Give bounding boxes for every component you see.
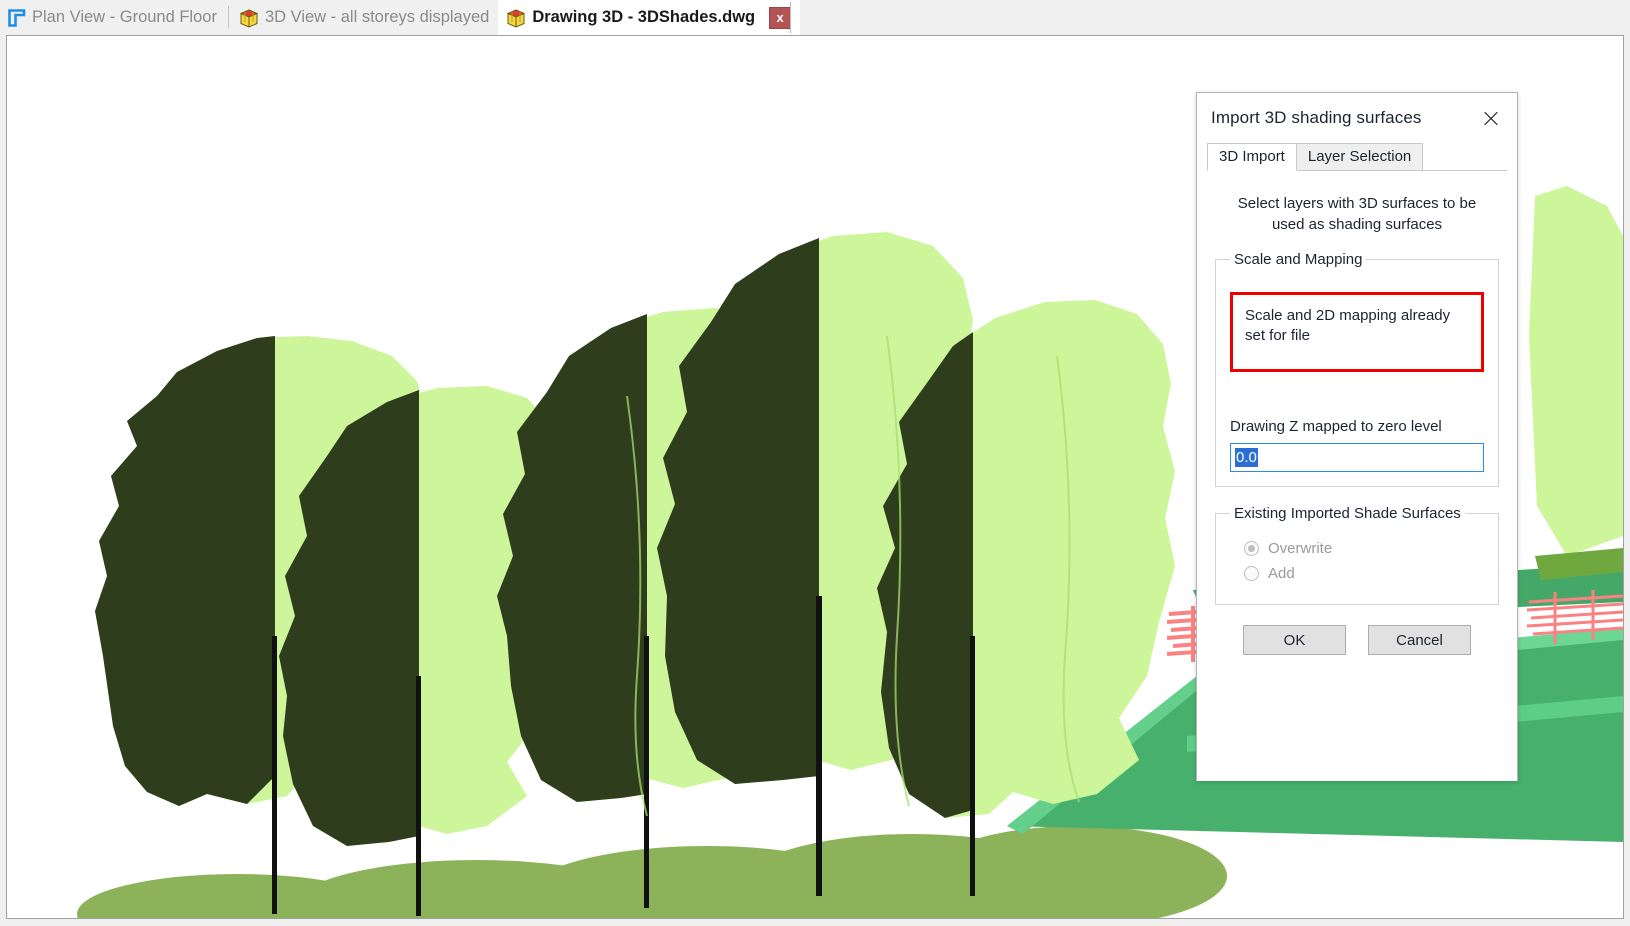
tab-separator xyxy=(227,6,229,28)
dialog-title-bar: Import 3D shading surfaces xyxy=(1197,93,1517,143)
drawing-z-label: Drawing Z mapped to zero level xyxy=(1230,418,1442,435)
tab-plan-view-ground-floor[interactable]: Plan View - Ground Floor xyxy=(0,0,226,35)
cancel-button[interactable]: Cancel xyxy=(1368,625,1471,655)
window-bottom-edge xyxy=(0,919,1630,926)
close-x-glyph xyxy=(1484,111,1498,125)
cube-icon xyxy=(505,7,527,29)
tab-3d-view-all-storeys[interactable]: 3D View - all storeys displayed xyxy=(230,0,499,35)
dialog-title: Import 3D shading surfaces xyxy=(1211,108,1422,127)
tab-drawing-3d-3dshades-dwg[interactable]: Drawing 3D - 3DShades.dwg x xyxy=(498,0,801,35)
cube-icon xyxy=(238,7,260,29)
tree-shadows xyxy=(77,826,1227,918)
tab-3d-import[interactable]: 3D Import xyxy=(1207,143,1297,171)
radio-add-label: Add xyxy=(1268,565,1295,582)
radio-overwrite-indicator[interactable] xyxy=(1244,541,1259,556)
drawing-z-input[interactable] xyxy=(1230,443,1484,472)
scale-mapping-notice: Scale and 2D mapping already set for fil… xyxy=(1230,292,1484,372)
drawing-z-input-wrap: 0.0 xyxy=(1230,443,1484,472)
tab-strip-filler xyxy=(800,0,1630,35)
existing-shade-surfaces-legend: Existing Imported Shade Surfaces xyxy=(1234,505,1461,522)
scale-and-mapping-group: Scale and Mapping Scale and 2D mapping a… xyxy=(1215,251,1499,487)
tab-strip-right-divider xyxy=(790,2,791,33)
window-right-edge xyxy=(1624,35,1630,919)
dialog-content: Select layers with 3D surfaces to be use… xyxy=(1197,171,1517,655)
tab-close-button[interactable]: x xyxy=(769,6,792,29)
dialog-tab-bar: 3D Import Layer Selection xyxy=(1207,143,1507,171)
tab-label: Drawing 3D - 3DShades.dwg xyxy=(532,8,756,26)
import-3d-shading-surfaces-dialog: Import 3D shading surfaces 3D Import Lay… xyxy=(1196,92,1518,781)
dialog-button-row: OK Cancel xyxy=(1215,625,1499,655)
view-tab-strip: Plan View - Ground Floor 3D View - all s… xyxy=(0,0,1630,35)
close-icon[interactable] xyxy=(1477,104,1505,132)
radio-overwrite-label: Overwrite xyxy=(1268,540,1333,557)
dialog-body: 3D Import Layer Selection Select layers … xyxy=(1197,143,1517,781)
scale-and-mapping-legend: Scale and Mapping xyxy=(1234,251,1363,268)
dialog-instructions: Select layers with 3D surfaces to be use… xyxy=(1237,195,1477,233)
tab-label: Plan View - Ground Floor xyxy=(32,8,217,26)
application-window: Plan View - Ground Floor 3D View - all s… xyxy=(0,0,1630,926)
radio-add-indicator[interactable] xyxy=(1244,566,1259,581)
existing-imported-shade-surfaces-group: Existing Imported Shade Surfaces Overwri… xyxy=(1215,505,1499,605)
ok-button[interactable]: OK xyxy=(1243,625,1346,655)
radio-option-add[interactable]: Add xyxy=(1244,565,1486,582)
right-edge-foliage xyxy=(1529,186,1623,580)
tab-layer-selection[interactable]: Layer Selection xyxy=(1295,143,1424,170)
plan-view-icon xyxy=(7,8,27,28)
tab-label: 3D View - all storeys displayed xyxy=(264,8,490,26)
radio-option-overwrite[interactable]: Overwrite xyxy=(1244,540,1486,557)
